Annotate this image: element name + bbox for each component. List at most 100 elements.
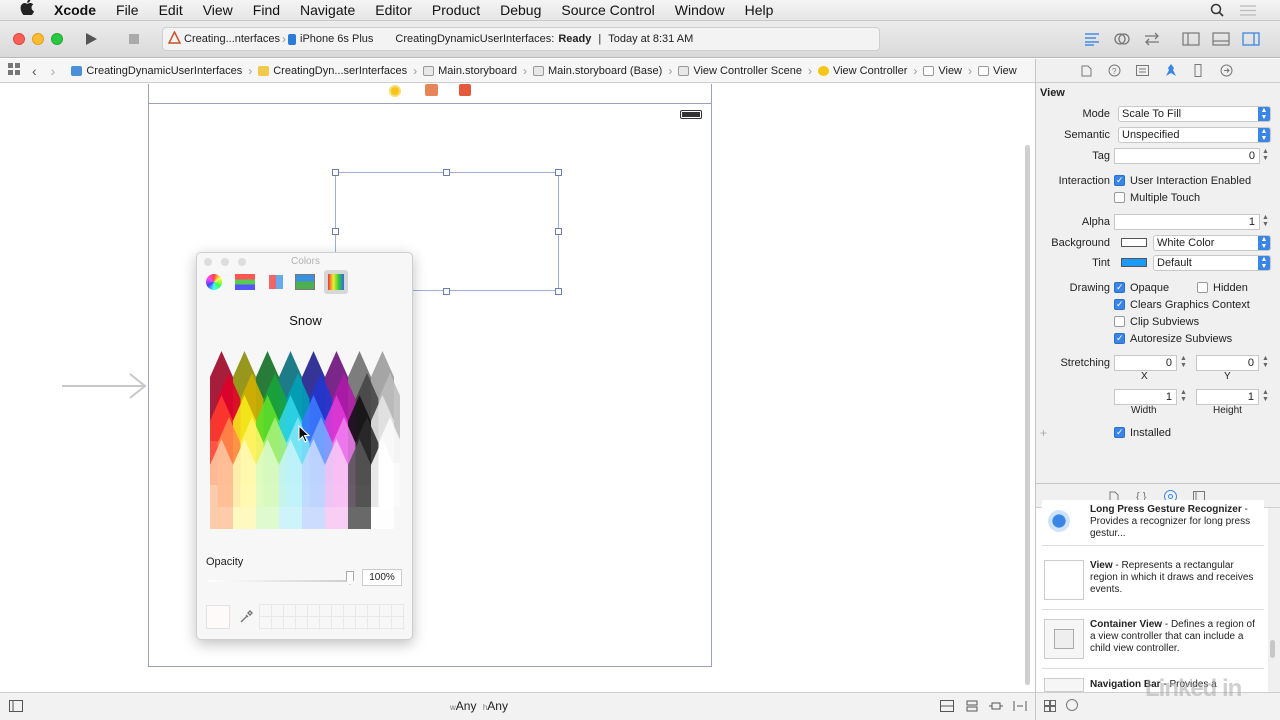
background-popup[interactable]: White Color ▲ ▼ bbox=[1153, 235, 1271, 251]
product-menu[interactable]: Product bbox=[422, 0, 490, 21]
library-item-container-view[interactable]: Container View - Defines a region of a v… bbox=[1042, 613, 1264, 669]
breadcrumb-subview[interactable]: View bbox=[974, 65, 1021, 77]
mode-popup[interactable]: Scale To Fill ▲ ▼ bbox=[1118, 106, 1271, 122]
connections-inspector-icon[interactable] bbox=[1220, 64, 1233, 80]
pin-icon[interactable] bbox=[989, 700, 1003, 715]
navigate-menu[interactable]: Navigate bbox=[290, 0, 365, 21]
close-window-button[interactable] bbox=[13, 33, 25, 45]
align-icon[interactable] bbox=[965, 700, 979, 715]
stepper-icon[interactable]: ▲ ▼ bbox=[1262, 355, 1269, 369]
color-wheel-tab-icon[interactable] bbox=[206, 274, 222, 290]
breadcrumb-scene[interactable]: View Controller Scene bbox=[674, 65, 806, 77]
crayons-tab-icon[interactable] bbox=[324, 270, 348, 294]
resize-handle[interactable] bbox=[443, 169, 450, 176]
size-class-selector[interactable]: wAny hAny bbox=[450, 699, 508, 713]
stretch-x-field[interactable]: 0 bbox=[1114, 355, 1177, 371]
size-inspector-icon[interactable] bbox=[1194, 64, 1202, 80]
standard-editor-icon[interactable] bbox=[1084, 32, 1100, 49]
alpha-stepper-icon[interactable]: ▲ ▼ bbox=[1262, 214, 1269, 228]
alpha-field[interactable]: 1 bbox=[1114, 214, 1260, 230]
resolve-auto-layout-icon[interactable] bbox=[1013, 700, 1027, 715]
window-menu[interactable]: Window bbox=[665, 0, 735, 21]
resize-handle[interactable] bbox=[555, 169, 562, 176]
find-menu[interactable]: Find bbox=[243, 0, 290, 21]
library-divider[interactable] bbox=[1035, 483, 1280, 484]
view-menu[interactable]: View bbox=[193, 0, 243, 21]
breadcrumb-view-controller[interactable]: View Controller bbox=[814, 65, 911, 77]
eyedropper-icon[interactable] bbox=[239, 610, 253, 627]
resize-handle[interactable] bbox=[332, 228, 339, 235]
back-icon[interactable]: ‹ bbox=[32, 63, 37, 79]
clears-context-checkbox[interactable] bbox=[1114, 299, 1125, 310]
related-items-icon[interactable] bbox=[8, 63, 20, 78]
zoom-window-button[interactable] bbox=[51, 33, 63, 45]
opacity-slider-knob[interactable] bbox=[346, 571, 354, 585]
opacity-value-field[interactable]: 100% bbox=[362, 569, 402, 586]
semantic-popup[interactable]: Unspecified ▲ ▼ bbox=[1118, 127, 1271, 143]
stretch-width-field[interactable]: 1 bbox=[1114, 389, 1177, 405]
debug-area-toggle-icon[interactable] bbox=[1212, 32, 1230, 49]
assistant-editor-icon[interactable] bbox=[1114, 32, 1130, 49]
tint-swatch[interactable] bbox=[1121, 258, 1147, 267]
navigator-toggle-icon[interactable] bbox=[1182, 32, 1200, 49]
clip-subviews-checkbox[interactable] bbox=[1114, 316, 1125, 327]
initial-view-controller-arrow-icon[interactable] bbox=[62, 372, 148, 403]
user-interaction-checkbox[interactable] bbox=[1114, 175, 1125, 186]
apple-menu-icon[interactable] bbox=[0, 0, 44, 21]
stop-button[interactable] bbox=[128, 33, 140, 48]
first-responder-dock-icon[interactable] bbox=[425, 84, 438, 96]
color-sliders-tab-icon[interactable] bbox=[235, 274, 255, 290]
stepper-icon[interactable]: ▲ ▼ bbox=[1180, 389, 1187, 403]
forward-icon[interactable]: › bbox=[51, 63, 56, 79]
canvas-scrollbar[interactable] bbox=[1025, 145, 1030, 685]
breadcrumb-project[interactable]: CreatingDynamicUserInterfaces bbox=[67, 65, 246, 77]
breadcrumb-storyboard-base[interactable]: Main.storyboard (Base) bbox=[529, 65, 666, 77]
autoresize-subviews-checkbox[interactable] bbox=[1114, 333, 1125, 344]
view-controller-dock-icon[interactable] bbox=[389, 85, 401, 97]
saved-color-swatches[interactable] bbox=[259, 604, 405, 630]
help-menu[interactable]: Help bbox=[735, 0, 784, 21]
notification-center-icon[interactable] bbox=[1240, 5, 1256, 19]
spotlight-icon[interactable] bbox=[1210, 3, 1224, 20]
stepper-icon[interactable]: ▲ ▼ bbox=[1180, 355, 1187, 369]
version-editor-icon[interactable] bbox=[1144, 32, 1160, 49]
identity-inspector-icon[interactable] bbox=[1136, 65, 1149, 79]
attributes-inspector-icon[interactable] bbox=[1164, 63, 1178, 80]
utilities-toggle-icon[interactable] bbox=[1242, 32, 1260, 49]
opaque-checkbox[interactable] bbox=[1114, 282, 1125, 293]
current-color-swatch[interactable] bbox=[206, 605, 230, 629]
file-inspector-icon[interactable] bbox=[1081, 65, 1092, 80]
resize-handle[interactable] bbox=[443, 288, 450, 295]
installed-checkbox[interactable] bbox=[1114, 427, 1125, 438]
run-button[interactable] bbox=[84, 32, 98, 49]
hidden-checkbox[interactable] bbox=[1197, 282, 1208, 293]
breadcrumb-view[interactable]: View bbox=[919, 65, 966, 77]
edit-menu[interactable]: Edit bbox=[149, 0, 193, 21]
editor-menu[interactable]: Editor bbox=[365, 0, 422, 21]
document-outline-toggle-icon[interactable] bbox=[9, 700, 23, 715]
resize-handle[interactable] bbox=[555, 228, 562, 235]
file-menu[interactable]: File bbox=[106, 0, 149, 21]
filter-icon[interactable] bbox=[1066, 699, 1078, 711]
minimize-window-button[interactable] bbox=[32, 33, 44, 45]
library-item-view[interactable]: View - Represents a rectangular region i… bbox=[1042, 554, 1264, 610]
stretch-y-field[interactable]: 0 bbox=[1196, 355, 1259, 371]
source-control-menu[interactable]: Source Control bbox=[551, 0, 664, 21]
app-menu[interactable]: Xcode bbox=[44, 0, 106, 21]
background-swatch[interactable] bbox=[1121, 238, 1147, 247]
stretch-height-field[interactable]: 1 bbox=[1196, 389, 1259, 405]
grid-view-icon[interactable] bbox=[1044, 700, 1056, 715]
library-scrollbar[interactable] bbox=[1270, 640, 1275, 658]
library-item-long-press[interactable]: Long Press Gesture Recognizer - Provides… bbox=[1042, 500, 1264, 546]
resize-handle[interactable] bbox=[555, 288, 562, 295]
tag-stepper-icon[interactable]: ▲ ▼ bbox=[1262, 148, 1269, 162]
device-selector[interactable]: iPhone 6s Plus bbox=[300, 33, 373, 45]
color-palettes-tab-icon[interactable] bbox=[269, 275, 283, 289]
colors-panel[interactable]: Colors Snow Opacity 100% bbox=[196, 252, 413, 640]
breadcrumb-folder[interactable]: CreatingDyn...serInterfaces bbox=[254, 65, 411, 77]
image-palettes-tab-icon[interactable] bbox=[295, 274, 315, 290]
scheme-selector[interactable]: Creating...nterfaces bbox=[184, 33, 280, 45]
multiple-touch-checkbox[interactable] bbox=[1114, 192, 1125, 203]
resize-handle[interactable] bbox=[332, 169, 339, 176]
opacity-slider-track[interactable] bbox=[208, 580, 353, 582]
